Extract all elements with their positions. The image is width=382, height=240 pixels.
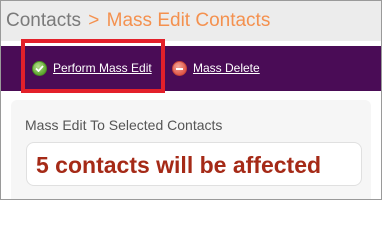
minus-circle-icon [172, 60, 187, 76]
perform-mass-edit-label[interactable]: Perform Mass Edit [53, 61, 152, 75]
breadcrumb: Contacts > Mass Edit Contacts [6, 10, 270, 32]
mass-delete-button[interactable]: Mass Delete [172, 58, 260, 78]
mass-edit-section: Mass Edit To Selected Contacts 5 contact… [11, 100, 371, 199]
action-toolbar: Perform Mass Edit Mass Delete [1, 46, 381, 91]
check-circle-icon [32, 60, 47, 76]
affected-count-text: 5 contacts will be affected [36, 152, 322, 178]
breadcrumb-contacts-link[interactable]: Contacts [6, 10, 81, 31]
breadcrumb-separator: > [88, 10, 100, 31]
mass-delete-label[interactable]: Mass Delete [193, 61, 260, 75]
affected-contacts-notice: 5 contacts will be affected [26, 142, 362, 186]
page-frame: Contacts > Mass Edit Contacts Perform Ma… [0, 0, 382, 200]
page-title: Mass Edit Contacts [106, 10, 271, 31]
perform-mass-edit-button[interactable]: Perform Mass Edit [32, 58, 152, 78]
page-header: Contacts > Mass Edit Contacts [1, 1, 381, 41]
section-title: Mass Edit To Selected Contacts [25, 117, 223, 133]
